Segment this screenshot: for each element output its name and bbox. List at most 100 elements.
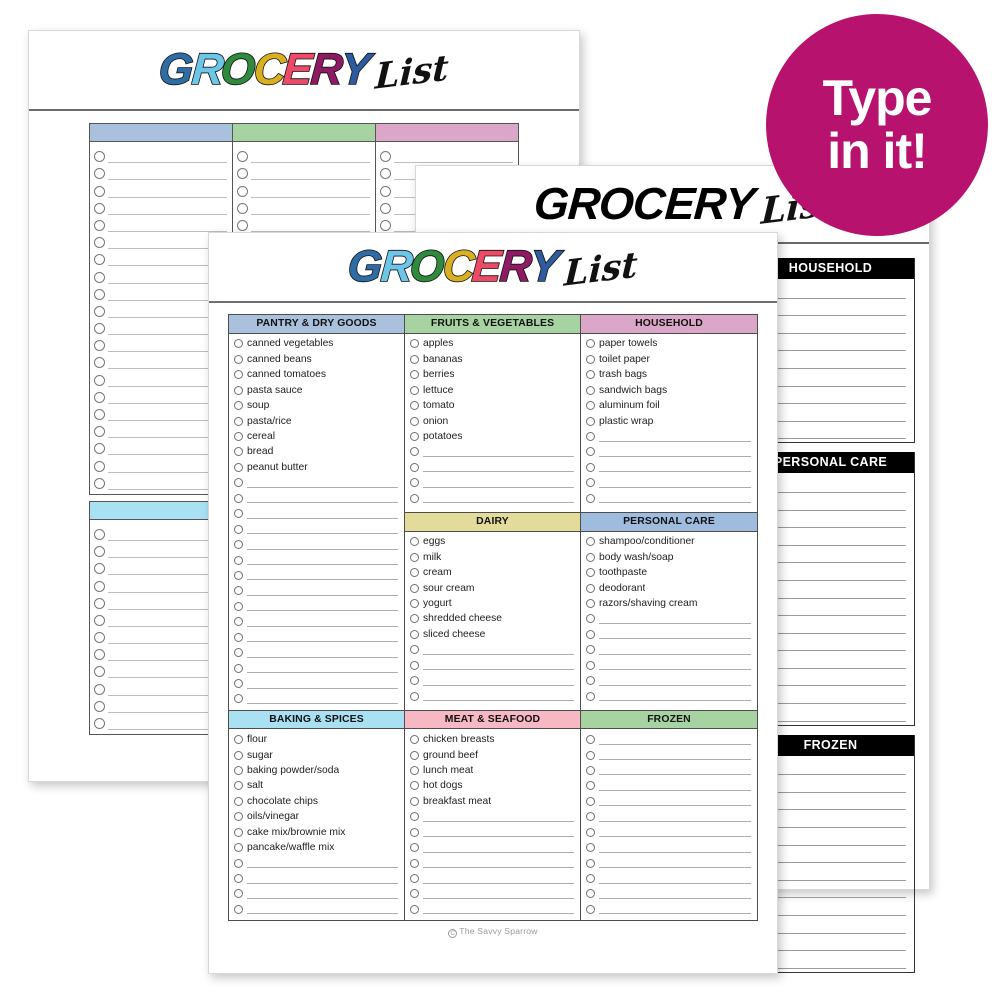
write-in-line[interactable] <box>599 478 751 488</box>
checkbox-circle-icon[interactable] <box>586 416 595 426</box>
write-in-line[interactable] <box>247 679 398 689</box>
checkbox-circle-icon[interactable] <box>586 629 595 639</box>
checkbox-circle-icon[interactable] <box>410 812 419 822</box>
checkbox-circle-icon[interactable] <box>410 735 419 745</box>
checkbox-circle-icon[interactable] <box>586 874 595 884</box>
checkbox-circle-icon[interactable] <box>586 493 595 503</box>
list-item-blank[interactable] <box>234 691 398 706</box>
list-item[interactable]: body wash/soap <box>586 549 751 564</box>
checkbox-circle-icon[interactable] <box>234 843 243 853</box>
checkbox-circle-icon[interactable] <box>380 202 391 214</box>
checkbox-circle-icon[interactable] <box>237 185 248 197</box>
list-item-blank[interactable] <box>237 198 370 215</box>
write-in-line[interactable] <box>423 827 574 838</box>
checkbox-circle-icon[interactable] <box>410 660 419 670</box>
checkbox-circle-icon[interactable] <box>410 691 419 701</box>
list-item[interactable]: tomato <box>410 398 574 413</box>
checkbox-circle-icon[interactable] <box>410 629 419 639</box>
list-item[interactable]: sour cream <box>410 580 574 595</box>
write-in-line[interactable] <box>251 219 370 232</box>
list-item-blank[interactable] <box>586 886 751 901</box>
checkbox-circle-icon[interactable] <box>94 546 105 558</box>
checkbox-circle-icon[interactable] <box>410 765 419 775</box>
checkbox-circle-icon[interactable] <box>94 649 105 661</box>
checkbox-circle-icon[interactable] <box>410 385 419 395</box>
list-item[interactable]: toilet paper <box>586 352 751 367</box>
checkbox-circle-icon[interactable] <box>94 185 105 197</box>
write-in-line[interactable] <box>423 478 574 488</box>
list-item-blank[interactable] <box>234 630 398 645</box>
list-item[interactable]: eggs <box>410 534 574 549</box>
list-item-blank[interactable] <box>586 491 751 506</box>
list-item-blank[interactable] <box>410 688 574 703</box>
checkbox-circle-icon[interactable] <box>586 645 595 655</box>
checkbox-circle-icon[interactable] <box>410 462 419 472</box>
write-in-line[interactable] <box>423 691 574 702</box>
list-item[interactable]: soup <box>234 398 398 413</box>
checkbox-circle-icon[interactable] <box>94 614 105 626</box>
list-item[interactable]: lettuce <box>410 383 574 398</box>
list-item[interactable]: bananas <box>410 352 574 367</box>
list-item-blank[interactable] <box>410 642 574 657</box>
list-item[interactable]: shampoo/conditioner <box>586 534 751 549</box>
write-in-line[interactable] <box>599 447 751 457</box>
list-item[interactable]: baking powder/soda <box>234 763 398 778</box>
list-item-blank[interactable] <box>410 809 574 824</box>
list-item-blank[interactable] <box>234 537 398 552</box>
checkbox-circle-icon[interactable] <box>586 735 595 745</box>
list-item[interactable]: sandwich bags <box>586 383 751 398</box>
write-in-line[interactable] <box>247 663 398 674</box>
checkbox-circle-icon[interactable] <box>380 185 391 197</box>
list-item-blank[interactable] <box>586 747 751 762</box>
checkbox-circle-icon[interactable] <box>234 540 243 550</box>
checkbox-circle-icon[interactable] <box>410 478 419 488</box>
checkbox-circle-icon[interactable] <box>94 683 105 695</box>
checkbox-circle-icon[interactable] <box>234 694 243 704</box>
write-in-line[interactable] <box>599 691 751 702</box>
checkbox-circle-icon[interactable] <box>234 617 243 627</box>
list-item-blank[interactable] <box>234 568 398 583</box>
write-in-line[interactable] <box>394 150 513 164</box>
list-item-blank[interactable] <box>586 429 751 444</box>
write-in-line[interactable] <box>247 694 398 704</box>
write-in-line[interactable] <box>247 874 398 884</box>
checkbox-circle-icon[interactable] <box>94 237 105 249</box>
list-item[interactable]: lunch meat <box>410 763 574 778</box>
write-in-line[interactable] <box>423 874 574 884</box>
checkbox-circle-icon[interactable] <box>410 781 419 791</box>
list-item-blank[interactable] <box>586 642 751 657</box>
checkbox-circle-icon[interactable] <box>586 676 595 686</box>
checkbox-circle-icon[interactable] <box>94 219 105 231</box>
list-item[interactable]: potatoes <box>410 429 574 444</box>
write-in-line[interactable] <box>251 185 370 198</box>
checkbox-circle-icon[interactable] <box>410 401 419 411</box>
checkbox-circle-icon[interactable] <box>586 796 595 806</box>
checkbox-circle-icon[interactable] <box>586 339 595 349</box>
write-in-line[interactable] <box>599 614 751 624</box>
write-in-line[interactable] <box>599 645 751 655</box>
checkbox-circle-icon[interactable] <box>94 563 105 575</box>
list-item-blank[interactable] <box>237 163 370 181</box>
write-in-line[interactable] <box>599 827 751 838</box>
write-in-line[interactable] <box>599 765 751 776</box>
checkbox-circle-icon[interactable] <box>586 614 595 624</box>
checkbox-circle-icon[interactable] <box>237 219 248 231</box>
list-item-blank[interactable] <box>410 840 574 855</box>
checkbox-circle-icon[interactable] <box>94 340 105 352</box>
list-item-blank[interactable] <box>94 215 227 232</box>
write-in-line[interactable] <box>599 796 751 807</box>
checkbox-circle-icon[interactable] <box>410 599 419 608</box>
list-item[interactable]: cake mix/brownie mix <box>234 825 398 840</box>
write-in-line[interactable] <box>108 167 227 181</box>
checkbox-circle-icon[interactable] <box>94 632 105 644</box>
write-in-line[interactable] <box>247 493 398 504</box>
list-item-blank[interactable] <box>237 180 370 198</box>
list-item[interactable]: yogurt <box>410 596 574 611</box>
list-item-blank[interactable] <box>410 855 574 870</box>
checkbox-circle-icon[interactable] <box>586 432 595 442</box>
write-in-line[interactable] <box>599 660 751 671</box>
list-item-blank[interactable] <box>94 180 227 198</box>
checkbox-circle-icon[interactable] <box>94 426 105 438</box>
checkbox-circle-icon[interactable] <box>234 648 243 658</box>
list-item[interactable]: trash bags <box>586 367 751 382</box>
